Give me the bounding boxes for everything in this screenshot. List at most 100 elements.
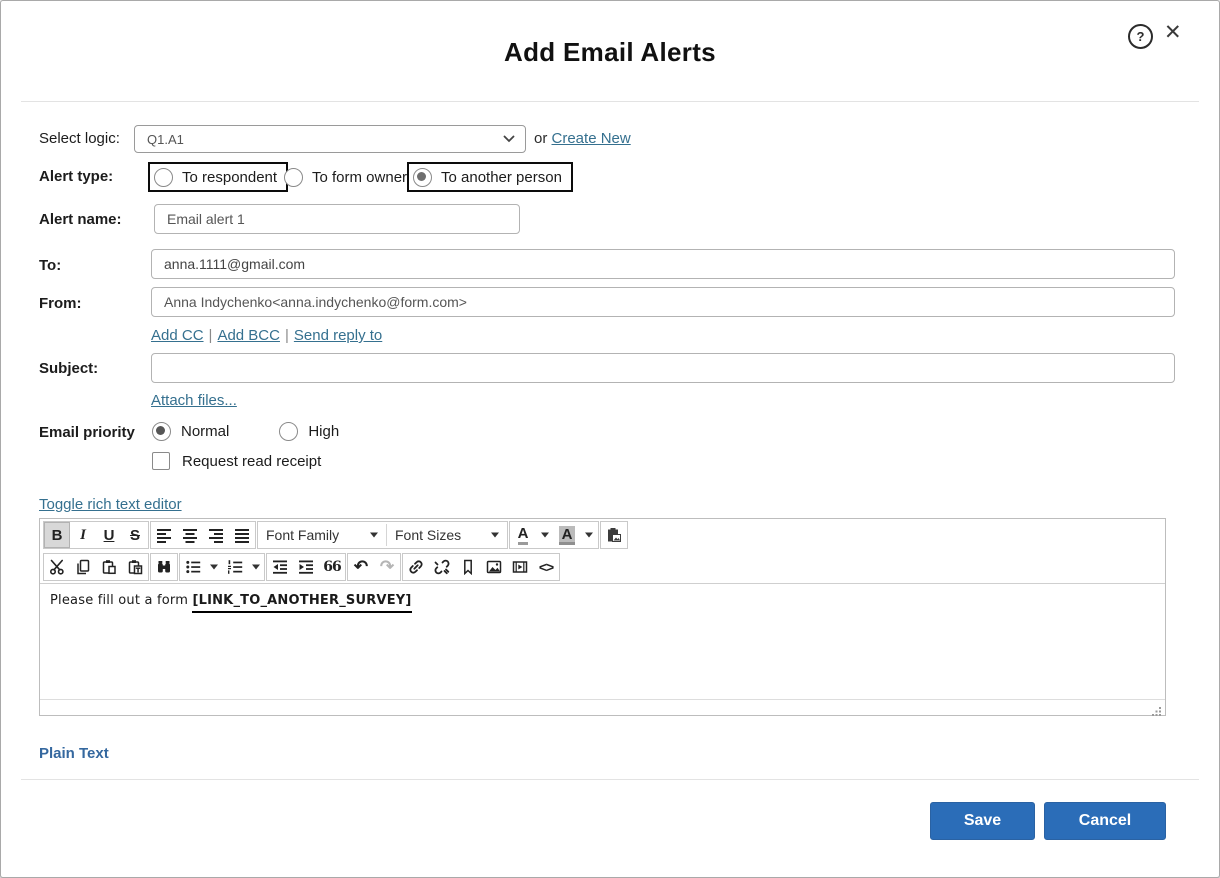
paste-as-text-icon[interactable] xyxy=(122,554,148,580)
font-family-select[interactable]: Font Family xyxy=(258,522,386,548)
add-bcc-link[interactable]: Add BCC xyxy=(217,327,280,344)
radio-option-to-respondent[interactable]: To respondent xyxy=(148,162,288,192)
format-group: B I U S xyxy=(43,521,149,549)
add-cc-link[interactable]: Add CC xyxy=(151,327,204,344)
justify-icon[interactable] xyxy=(229,522,255,548)
list-group xyxy=(179,553,265,581)
read-receipt-label: Request read receipt xyxy=(182,453,321,470)
numbered-list-caret[interactable] xyxy=(248,554,264,580)
italic-button[interactable]: I xyxy=(70,522,96,548)
undo-icon[interactable]: ↶ xyxy=(348,554,374,580)
radio-high[interactable] xyxy=(279,422,298,441)
unlink-icon[interactable] xyxy=(429,554,455,580)
background-color-button[interactable]: A xyxy=(554,522,580,548)
search-group xyxy=(150,553,178,581)
copy-icon[interactable] xyxy=(70,554,96,580)
cut-icon[interactable] xyxy=(44,554,70,580)
resize-grip[interactable] xyxy=(1151,706,1162,717)
select-logic-value: Q1.A1 xyxy=(147,132,184,147)
underline-button[interactable]: U xyxy=(96,522,122,548)
or-create-new: or Create New xyxy=(534,130,631,147)
toolbar-row-1: B I U S Font Family Font Sizes xyxy=(40,519,1165,551)
link-separator: | xyxy=(209,327,213,344)
text-color-button[interactable]: A xyxy=(510,522,536,548)
caret-down-icon xyxy=(370,532,378,538)
redo-icon[interactable]: ↷ xyxy=(374,554,400,580)
indent-group: 66 xyxy=(266,553,346,581)
media-icon[interactable] xyxy=(507,554,533,580)
background-color-caret[interactable] xyxy=(580,522,598,548)
alert-name-input[interactable] xyxy=(154,204,520,234)
high-label: High xyxy=(308,423,339,440)
align-left-icon[interactable] xyxy=(151,522,177,548)
add-email-alerts-dialog: ? ✕ Add Email Alerts Select logic: Q1.A1… xyxy=(0,0,1220,878)
to-input[interactable] xyxy=(151,249,1175,279)
radio-icon-selected[interactable] xyxy=(413,168,432,187)
bullet-list-caret[interactable] xyxy=(206,554,222,580)
save-button[interactable]: Save xyxy=(930,802,1035,840)
subject-label: Subject: xyxy=(39,360,98,377)
alert-type-label: Alert type: xyxy=(39,168,113,185)
from-label: From: xyxy=(39,295,82,312)
align-center-icon[interactable] xyxy=(177,522,203,548)
link-separator: | xyxy=(285,327,289,344)
align-group xyxy=(150,521,256,549)
read-receipt-row: Request read receipt xyxy=(152,452,321,470)
survey-link-token[interactable]: [LINK_TO_ANOTHER_SURVEY] xyxy=(192,593,411,613)
radio-normal-selected[interactable] xyxy=(152,422,171,441)
select-logic-label: Select logic: xyxy=(39,130,120,147)
radio-option-to-form-owner[interactable]: To form owner xyxy=(284,162,407,192)
radio-icon[interactable] xyxy=(284,168,303,187)
subject-input[interactable] xyxy=(151,353,1175,383)
chevron-down-icon xyxy=(503,135,515,143)
or-text: or xyxy=(534,130,547,147)
search-replace-icon[interactable] xyxy=(151,554,177,580)
normal-label: Normal xyxy=(181,423,229,440)
radio-icon[interactable] xyxy=(154,168,173,187)
toolbar-row-2: 66 ↶ ↷ <> xyxy=(40,551,1165,583)
blockquote-icon[interactable]: 66 xyxy=(319,554,345,580)
recipient-links-row: Add CC | Add BCC | Send reply to xyxy=(151,327,382,344)
bold-button[interactable]: B xyxy=(44,522,70,548)
strikethrough-button[interactable]: S xyxy=(122,522,148,548)
toggle-rich-text-editor-link[interactable]: Toggle rich text editor xyxy=(39,496,182,513)
indent-icon[interactable] xyxy=(293,554,319,580)
image-icon[interactable] xyxy=(481,554,507,580)
bullet-list-button[interactable] xyxy=(180,554,206,580)
editor-content-area[interactable]: Please fill out a form [LINK_TO_ANOTHER_… xyxy=(40,583,1165,699)
numbered-list-button[interactable] xyxy=(222,554,248,580)
alert-name-label: Alert name: xyxy=(39,211,122,228)
text-color-caret[interactable] xyxy=(536,522,554,548)
paste-icon[interactable] xyxy=(96,554,122,580)
color-group: A A xyxy=(509,521,599,549)
link-icon[interactable] xyxy=(403,554,429,580)
insert-template-icon[interactable] xyxy=(601,522,627,548)
create-new-link[interactable]: Create New xyxy=(552,130,631,147)
select-logic-dropdown[interactable]: Q1.A1 xyxy=(134,125,526,153)
radio-label: To another person xyxy=(441,169,562,186)
page-title: Add Email Alerts xyxy=(1,37,1219,68)
font-sizes-select[interactable]: Font Sizes xyxy=(387,522,507,548)
radio-option-to-another-person[interactable]: To another person xyxy=(407,162,573,192)
attach-files-link[interactable]: Attach files... xyxy=(151,392,237,409)
text-color-letter: A xyxy=(518,526,529,545)
align-right-icon[interactable] xyxy=(203,522,229,548)
rich-text-editor: B I U S Font Family Font Sizes xyxy=(39,518,1166,716)
radio-label: To respondent xyxy=(182,169,277,186)
radio-label: To form owner xyxy=(312,169,407,186)
footer-divider xyxy=(21,779,1199,780)
caret-down-icon xyxy=(491,532,499,538)
anchor-icon[interactable] xyxy=(455,554,481,580)
priority-options-row: Normal High xyxy=(152,422,339,441)
read-receipt-checkbox[interactable] xyxy=(152,452,170,470)
clipboard-group xyxy=(43,553,149,581)
send-reply-to-link[interactable]: Send reply to xyxy=(294,327,382,344)
from-input[interactable] xyxy=(151,287,1175,317)
template-group xyxy=(600,521,628,549)
source-code-icon[interactable]: <> xyxy=(533,554,559,580)
plain-text-link[interactable]: Plain Text xyxy=(39,745,109,762)
font-family-value: Font Family xyxy=(266,527,339,543)
outdent-icon[interactable] xyxy=(267,554,293,580)
cancel-button[interactable]: Cancel xyxy=(1044,802,1166,840)
insert-group: <> xyxy=(402,553,560,581)
